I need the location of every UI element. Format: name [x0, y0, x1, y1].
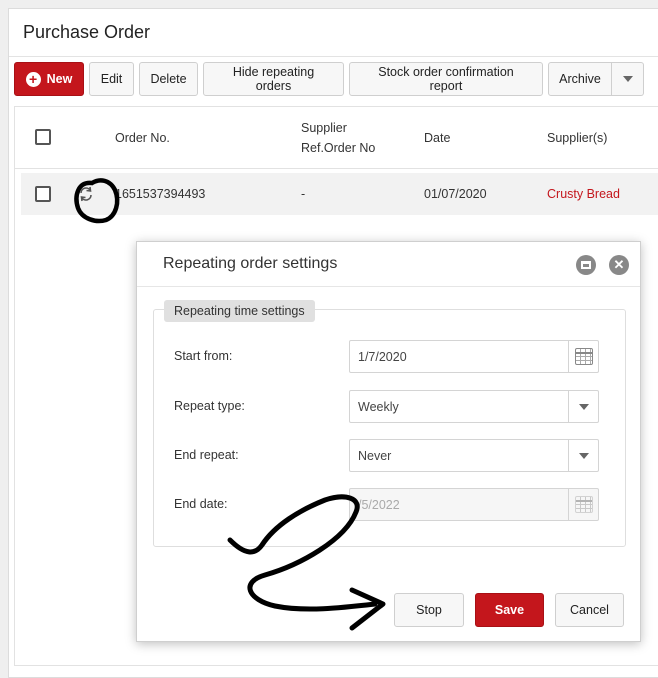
- save-button[interactable]: Save: [475, 593, 544, 627]
- stock-order-confirmation-report-button[interactable]: Stock order confirmation report: [349, 62, 543, 96]
- end-date-calendar-button: [568, 489, 598, 520]
- date-cell: 01/07/2020: [424, 187, 487, 201]
- column-header-supplier-ref-line2[interactable]: Ref.Order No: [301, 141, 375, 155]
- table-row[interactable]: 1651537394493 - 01/07/2020 Crusty Bread: [21, 173, 658, 215]
- column-header-supplier-ref-line1[interactable]: Supplier: [301, 121, 347, 135]
- close-icon[interactable]: ✕: [609, 255, 629, 275]
- new-button-label: New: [46, 72, 73, 86]
- repeat-type-value: Weekly: [358, 399, 399, 414]
- maximize-icon[interactable]: [576, 255, 596, 275]
- end-repeat-label: End repeat:: [174, 448, 239, 462]
- column-header-date[interactable]: Date: [424, 131, 450, 145]
- column-header-suppliers[interactable]: Supplier(s): [547, 131, 607, 145]
- hide-repeating-orders-button[interactable]: Hide repeating orders: [203, 62, 344, 96]
- supplier-ref-cell: -: [301, 187, 306, 201]
- plus-icon: +: [25, 71, 41, 87]
- end-repeat-select[interactable]: Never: [349, 439, 599, 472]
- start-from-label: Start from:: [174, 349, 233, 363]
- chevron-down-icon: [578, 403, 589, 410]
- section-label: Repeating time settings: [164, 300, 315, 322]
- repeat-type-select[interactable]: Weekly: [349, 390, 599, 423]
- end-date-label: End date:: [174, 497, 228, 511]
- archive-dropdown-toggle[interactable]: [612, 62, 644, 96]
- new-button[interactable]: + New: [14, 62, 84, 96]
- end-repeat-value: Never: [358, 448, 392, 463]
- start-from-value: 1/7/2020: [358, 349, 407, 364]
- repeating-order-settings-dialog: Repeating order settings ✕ Repeating tim…: [136, 241, 641, 642]
- repeat-icon[interactable]: [77, 185, 97, 203]
- column-header-order-no[interactable]: Order No.: [115, 131, 170, 145]
- page-title: Purchase Order: [23, 22, 151, 42]
- calendar-icon: [574, 348, 593, 365]
- edit-button[interactable]: Edit: [89, 62, 134, 96]
- repeat-type-label: Repeat type:: [174, 399, 245, 413]
- archive-button[interactable]: Archive: [548, 62, 612, 96]
- archive-split-button: Archive: [548, 62, 644, 96]
- grid-header: Order No. Supplier Ref.Order No Date Sup…: [15, 107, 658, 169]
- start-from-field[interactable]: 1/7/2020: [349, 340, 599, 373]
- chevron-down-icon: [578, 452, 589, 459]
- dialog-title: Repeating order settings: [163, 255, 338, 272]
- supplier-cell[interactable]: Crusty Bread: [547, 187, 620, 201]
- stop-button[interactable]: Stop: [394, 593, 464, 627]
- end-date-value: /5/2022: [358, 497, 400, 512]
- cancel-button[interactable]: Cancel: [555, 593, 624, 627]
- start-from-calendar-button[interactable]: [568, 341, 598, 372]
- dialog-header: Repeating order settings ✕: [137, 242, 640, 287]
- row-checkbox[interactable]: [35, 186, 51, 202]
- order-no-cell: 1651537394493: [115, 187, 206, 201]
- delete-button[interactable]: Delete: [139, 62, 198, 96]
- toolbar: + New Edit Delete Hide repeating orders …: [14, 62, 644, 96]
- select-all-checkbox[interactable]: [35, 129, 51, 145]
- chevron-down-icon: [622, 76, 633, 82]
- repeat-type-dropdown-toggle[interactable]: [568, 391, 598, 422]
- end-repeat-dropdown-toggle[interactable]: [568, 440, 598, 471]
- panel-header: Purchase Order: [9, 9, 658, 57]
- end-date-field: /5/2022: [349, 488, 599, 521]
- calendar-icon: [574, 496, 593, 513]
